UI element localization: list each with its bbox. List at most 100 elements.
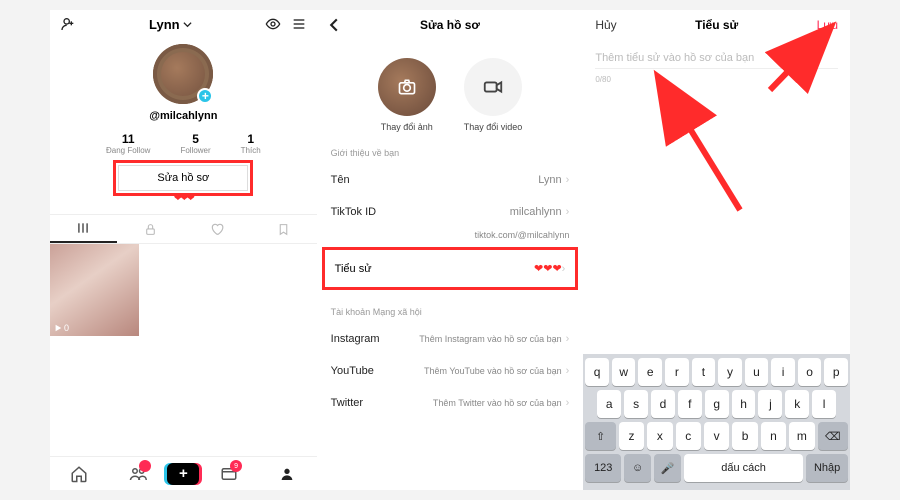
key-v[interactable]: v [704,422,729,450]
tab-videos[interactable] [50,215,117,243]
profile-url: tiktok.com/@milcahlynn [317,228,584,246]
key-j[interactable]: j [758,390,782,418]
nav-friends[interactable] [109,457,168,490]
key-emoji[interactable]: ☺ [624,454,651,482]
heart-icon [210,222,224,236]
profile-tabs [50,214,317,244]
row-instagram[interactable]: Instagram Thêm Instagram vào hồ sơ của b… [317,323,584,355]
profile-icon [279,465,295,483]
keyboard: q w e r t y u i o p a s d f g h j k l [583,354,850,490]
add-friend-badge-icon[interactable]: + [197,88,213,104]
bookmark-icon [277,223,290,236]
section-about-header: Giới thiệu về bạn [317,132,584,164]
inbox-badge: 9 [230,460,242,472]
profile-name: Lynn [149,17,180,32]
stat-followers[interactable]: 5 Follower [180,132,210,155]
key-k[interactable]: k [785,390,809,418]
edit-profile-button[interactable]: Sửa hồ sơ [118,165,248,191]
key-shift[interactable]: ⇧ [585,422,615,450]
key-g[interactable]: g [705,390,729,418]
nav-create[interactable]: + [167,457,199,490]
home-icon [70,465,88,483]
profile-name-dropdown[interactable]: Lynn [149,17,192,32]
plus-icon: + [167,463,199,485]
pane-profile: Lynn + @milcahlynn 11 Đang Follow 5 Foll… [50,10,317,490]
change-video[interactable]: Thay đổi video [464,58,523,132]
key-r[interactable]: r [665,358,689,386]
key-o[interactable]: o [798,358,822,386]
tab-saved[interactable] [250,215,317,243]
cancel-button[interactable]: Hủy [595,18,616,32]
key-y[interactable]: y [718,358,742,386]
tab-private[interactable] [117,215,184,243]
chevron-right-icon: › [566,333,570,345]
key-space[interactable]: dấu cách [684,454,803,482]
pane-edit-profile: Sửa hồ sơ Thay đổi ảnh Thay đổi video Gi… [317,10,584,490]
bottom-nav: + 9 [50,456,317,490]
menu-icon[interactable] [291,16,307,32]
key-z[interactable]: z [619,422,644,450]
key-numbers[interactable]: 123 [585,454,621,482]
tab-liked[interactable] [183,215,250,243]
section-social-header: Tài khoản Mạng xã hội [317,291,584,323]
camera-icon [397,77,417,97]
row-twitter[interactable]: Twitter Thêm Twitter vào hồ sơ của bạn› [317,387,584,419]
key-x[interactable]: x [647,422,672,450]
row-bio-highlight: Tiểu sử ❤❤❤› [327,252,574,285]
stat-following[interactable]: 11 Đang Follow [106,132,150,155]
row-youtube[interactable]: YouTube Thêm YouTube vào hồ sơ của bạn› [317,355,584,387]
stats-row: 11 Đang Follow 5 Follower 1 Thích [50,132,317,155]
key-q[interactable]: q [585,358,609,386]
chevron-right-icon: › [562,263,566,275]
key-i[interactable]: i [771,358,795,386]
video-icon [482,76,504,98]
key-h[interactable]: h [732,390,756,418]
key-t[interactable]: t [692,358,716,386]
friends-badge [139,460,151,472]
bio-input[interactable] [595,48,838,69]
row-tiktok-id[interactable]: TikTok ID milcahlynn› [317,196,584,228]
change-photo[interactable]: Thay đổi ảnh [378,58,436,132]
eye-icon[interactable] [265,16,281,32]
chevron-right-icon: › [566,174,570,186]
nav-home[interactable] [50,457,109,490]
nav-profile[interactable] [258,457,317,490]
pane-bio-edit: Hủy Tiểu sử Lưu 0/80 q w e r t y u i o p… [583,10,850,490]
row-name[interactable]: Tên Lynn› [317,164,584,196]
char-count: 0/80 [583,69,850,90]
page-title: Sửa hồ sơ [420,18,480,32]
page-title: Tiểu sử [695,18,738,32]
key-b[interactable]: b [732,422,757,450]
add-account-icon[interactable] [60,16,76,32]
key-l[interactable]: l [812,390,836,418]
key-backspace[interactable]: ⌫ [818,422,848,450]
key-n[interactable]: n [761,422,786,450]
chevron-right-icon: › [566,206,570,218]
key-f[interactable]: f [678,390,702,418]
key-u[interactable]: u [745,358,769,386]
username-handle: @milcahlynn [149,110,217,122]
save-button[interactable]: Lưu [817,18,838,32]
video-grid: 0 [50,244,317,336]
play-icon [54,324,62,332]
key-enter[interactable]: Nhập [806,454,848,482]
lock-icon [144,223,157,236]
video-thumbnail[interactable]: 0 [50,244,139,336]
key-m[interactable]: m [789,422,814,450]
back-icon[interactable] [327,18,341,32]
key-w[interactable]: w [612,358,636,386]
chevron-right-icon: › [566,397,570,409]
nav-inbox[interactable]: 9 [199,457,258,490]
stat-likes[interactable]: 1 Thích [241,132,261,155]
key-d[interactable]: d [651,390,675,418]
chevron-down-icon [183,20,192,29]
key-e[interactable]: e [638,358,662,386]
key-p[interactable]: p [824,358,848,386]
bio-hearts: ❤❤❤ [50,193,317,204]
key-c[interactable]: c [676,422,701,450]
chevron-right-icon: › [566,365,570,377]
key-mic[interactable]: 🎤 [654,454,681,482]
key-s[interactable]: s [624,390,648,418]
key-a[interactable]: a [597,390,621,418]
row-bio[interactable]: Tiểu sử ❤❤❤› [331,256,570,281]
